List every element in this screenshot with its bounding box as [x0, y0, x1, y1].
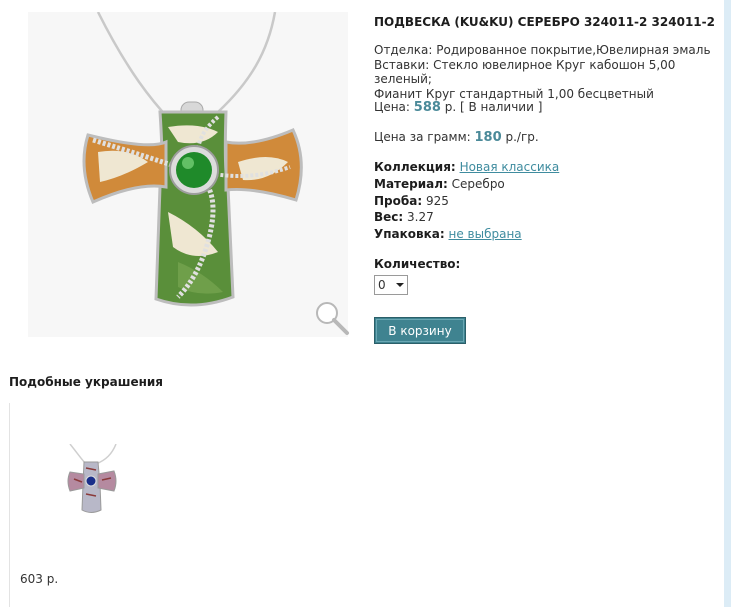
material-row: Материал: Серебро — [374, 176, 559, 193]
similar-item-price: 603 р. — [20, 572, 59, 586]
product-title: ПОДВЕСКА (KU&KU) СЕРЕБРО 324011-2 324011… — [374, 15, 715, 29]
similar-item-image[interactable] — [56, 444, 124, 520]
weight-value: 3.27 — [407, 210, 434, 225]
finish-line: Отделка: Родированное покрытие,Ювелирная… — [374, 43, 711, 57]
price-per-gram-row: Цена за грамм: 180 р./гр. — [374, 130, 539, 145]
price-row: Цена: 588 р. [ В наличии ] — [374, 100, 542, 115]
quantity-value: 0 — [378, 278, 386, 292]
probe-row: Проба: 925 — [374, 193, 559, 210]
probe-value: 925 — [425, 193, 449, 208]
magnifier-zoom-icon[interactable] — [312, 298, 352, 338]
page-right-stripe — [724, 0, 731, 607]
product-properties: Коллекция: Новая классика Материал: Сере… — [374, 159, 559, 243]
weight-label: Вес: — [374, 210, 404, 225]
packaging-row: Упаковка: не выбрана — [374, 226, 559, 243]
quantity-select[interactable]: 0 — [374, 275, 408, 295]
collection-row: Коллекция: Новая классика — [374, 159, 559, 176]
dropdown-arrow-icon — [396, 283, 404, 287]
probe-label: Проба: — [374, 193, 423, 208]
collection-link[interactable]: Новая классика — [460, 160, 560, 174]
per-gram-value: 180 — [474, 130, 502, 145]
price-value: 588 — [413, 100, 441, 115]
per-gram-label: Цена за грамм: — [374, 130, 471, 144]
product-image[interactable] — [28, 12, 348, 337]
weight-row: Вес: 3.27 — [374, 209, 559, 226]
price-label: Цена: — [374, 100, 410, 114]
inserts-line-1: Вставки: Стекло ювелирное Круг кабошон 5… — [374, 57, 676, 87]
packaging-link[interactable]: не выбрана — [449, 227, 522, 241]
material-label: Материал: — [374, 176, 448, 191]
similar-section-title: Подобные украшения — [9, 375, 164, 389]
quantity-label: Количество: — [374, 257, 461, 271]
add-to-cart-button[interactable]: В корзину — [374, 317, 466, 344]
packaging-label: Упаковка: — [374, 227, 445, 242]
material-value: Серебро — [451, 176, 505, 191]
price-suffix: р. [ В наличии ] — [444, 100, 543, 114]
per-gram-suffix: р./гр. — [505, 130, 539, 144]
product-description: Отделка: Родированное покрытие,Ювелирная… — [374, 43, 719, 101]
collection-label: Коллекция: — [374, 160, 456, 174]
